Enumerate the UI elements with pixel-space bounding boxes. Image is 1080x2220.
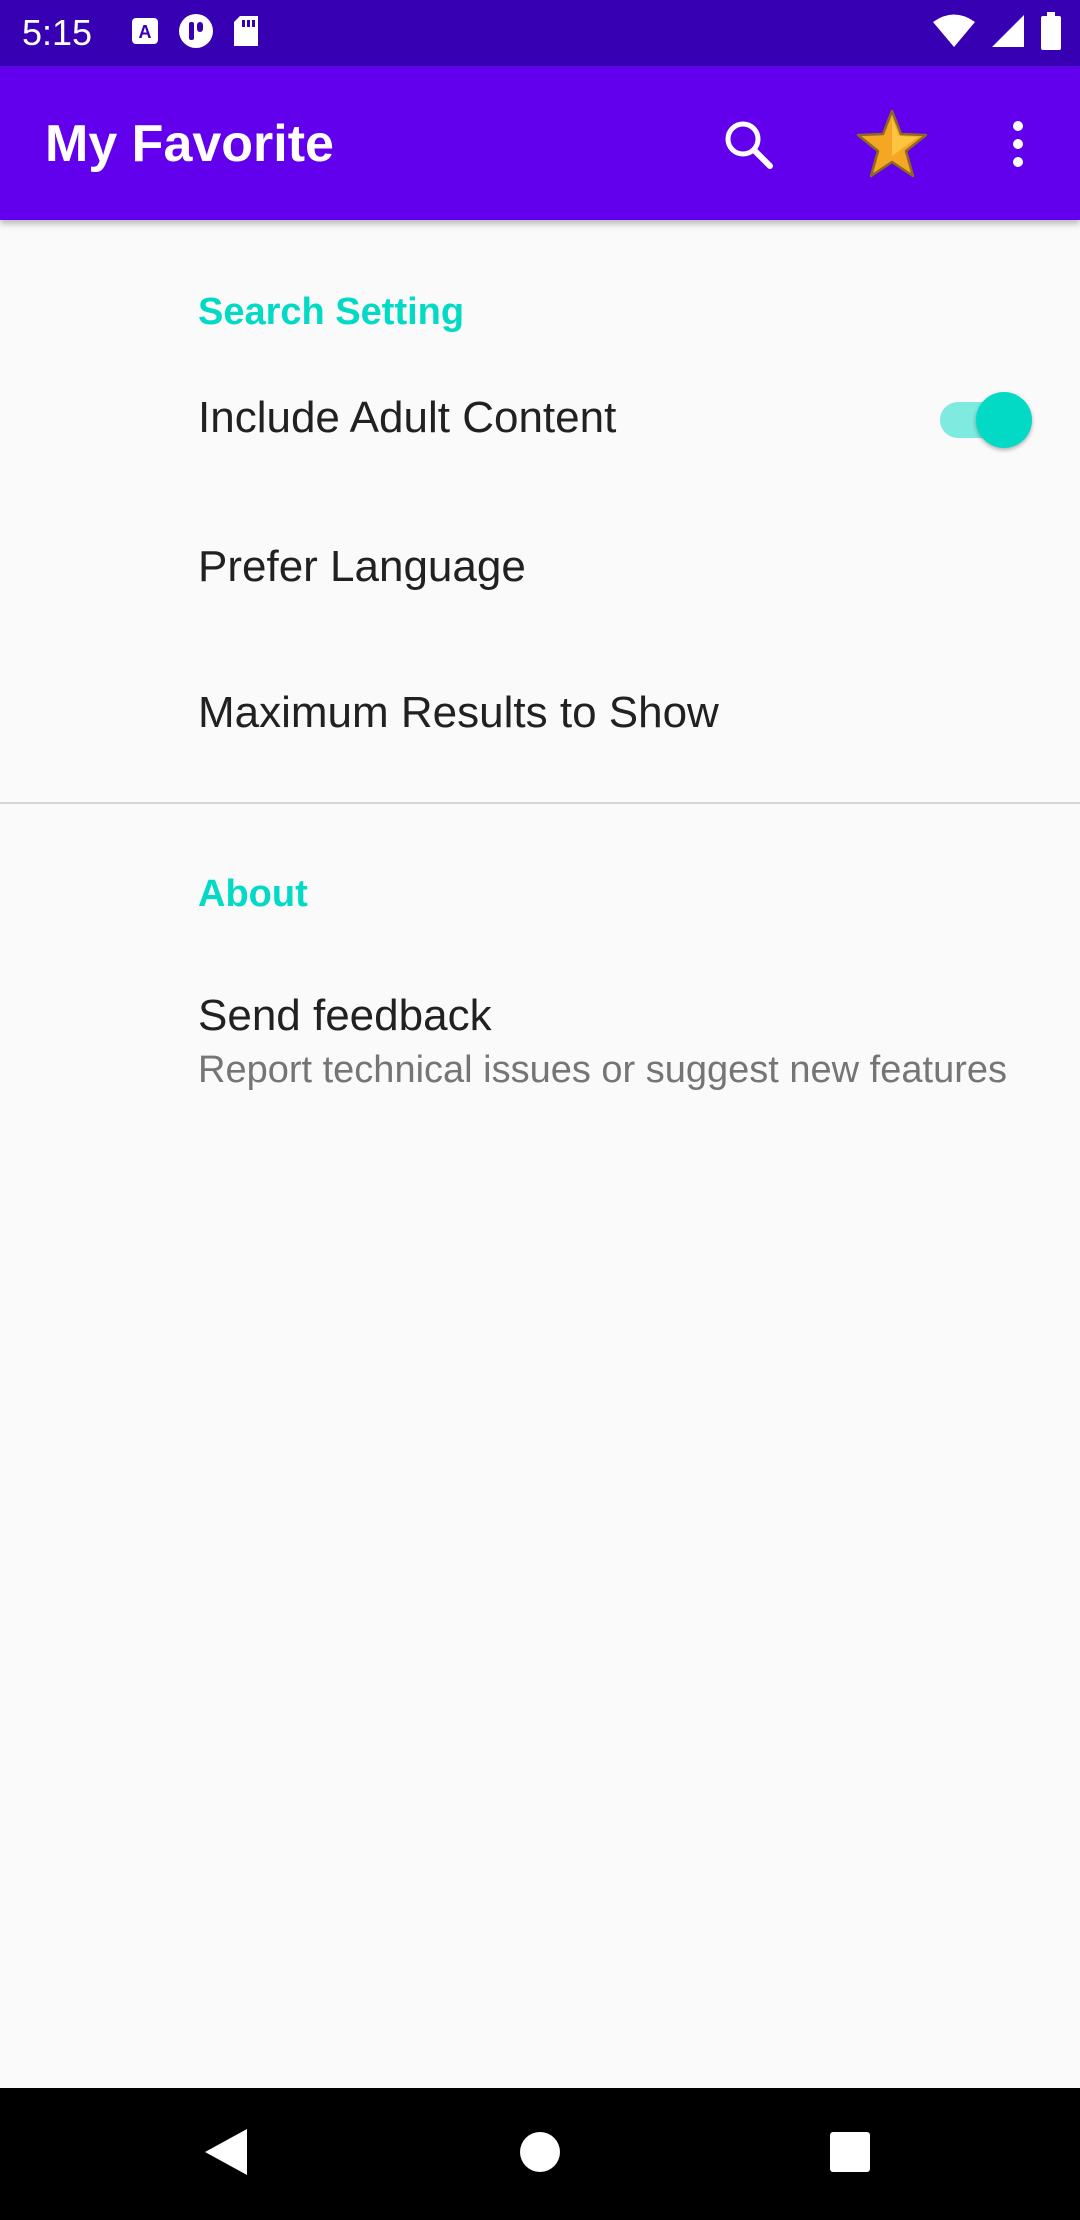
search-button[interactable] — [712, 110, 784, 182]
wifi-icon — [932, 13, 976, 54]
pref-title: Maximum Results to Show — [198, 688, 719, 737]
pref-send-feedback[interactable]: Send feedback Report technical issues or… — [0, 960, 1080, 1136]
page-title: My Favorite — [45, 115, 334, 173]
back-button[interactable] — [186, 2114, 266, 2194]
app-bar: My Favorite — [0, 66, 1080, 220]
pref-prefer-language[interactable]: Prefer Language — [0, 486, 1080, 632]
toggle-thumb — [976, 392, 1032, 448]
signal-icon — [990, 13, 1026, 54]
a-notification-icon: A — [130, 16, 160, 51]
star-icon — [854, 108, 930, 185]
pref-title: Prefer Language — [198, 542, 526, 591]
favorite-button[interactable] — [854, 108, 930, 185]
pref-title: Include Adult Content — [198, 393, 617, 442]
pref-include-adult-content[interactable]: Include Adult Content — [0, 350, 1080, 486]
home-button[interactable] — [500, 2114, 580, 2194]
notification-icons: A — [130, 13, 260, 54]
section-header-search: Search Setting — [198, 291, 465, 333]
pref-summary: Report technical issues or suggest new f… — [198, 1049, 1007, 1091]
navigation-bar — [0, 2088, 1080, 2220]
status-time: 5:15 — [22, 12, 93, 53]
overflow-menu-icon — [1010, 119, 1026, 174]
pref-title: Send feedback — [198, 991, 492, 1040]
section-divider — [0, 802, 1080, 804]
system-icons — [932, 11, 1062, 55]
recents-icon — [829, 2131, 871, 2178]
overflow-menu-button[interactable] — [982, 110, 1054, 182]
svg-text:A: A — [139, 22, 152, 42]
home-icon — [519, 2131, 561, 2178]
pref-maximum-results[interactable]: Maximum Results to Show — [0, 632, 1080, 778]
circle-notification-icon — [178, 13, 214, 54]
search-icon — [721, 117, 775, 176]
adult-content-toggle[interactable] — [934, 386, 1032, 448]
recents-button[interactable] — [810, 2114, 890, 2194]
sd-card-icon — [232, 15, 260, 52]
battery-icon — [1040, 11, 1062, 55]
section-header-about: About — [198, 873, 308, 915]
status-bar: 5:15 A — [0, 0, 1080, 66]
back-icon — [203, 2127, 249, 2182]
